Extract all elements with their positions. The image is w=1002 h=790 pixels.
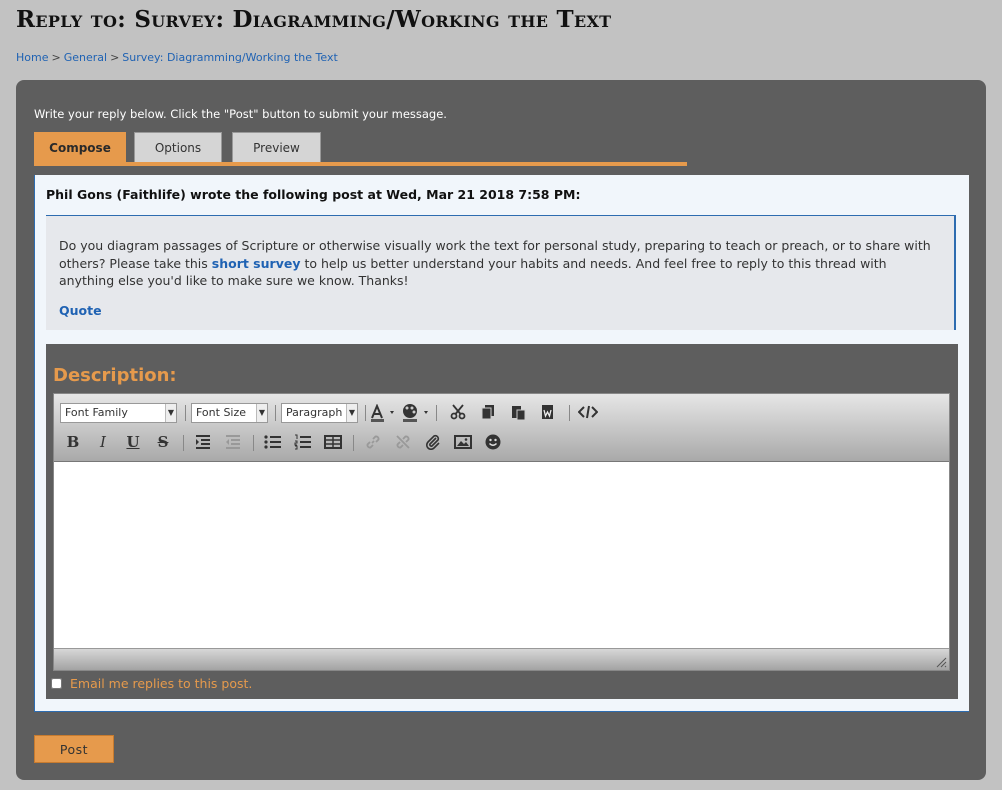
quote-link[interactable]: Quote: [59, 303, 102, 318]
background-color-icon: [403, 404, 428, 422]
attachment-icon: [425, 434, 440, 451]
underline-button[interactable]: U: [122, 431, 144, 453]
font-family-value: Font Family: [65, 406, 128, 419]
underline-icon: U: [126, 433, 140, 451]
toolbar-divider: [365, 405, 366, 421]
numbered-list-button[interactable]: [292, 431, 314, 453]
table-button[interactable]: [322, 431, 344, 453]
toolbar-divider: [183, 435, 184, 451]
tab-underline: [34, 162, 687, 166]
description-section: Description: Font Family ▼ Font Size ▼ Par…: [46, 344, 958, 699]
emoticon-button[interactable]: [482, 431, 504, 453]
outdent-button[interactable]: [222, 431, 244, 453]
quote-header: Phil Gons (Faithlife) wrote the followin…: [46, 187, 581, 202]
paragraph-format-value: Paragraph: [286, 406, 343, 419]
email-replies-label: Email me replies to this post.: [70, 676, 253, 691]
description-label: Description:: [53, 365, 177, 386]
tab-compose[interactable]: Compose: [34, 132, 126, 163]
quoted-post-text: Do you diagram passages of Scripture or …: [59, 237, 944, 290]
emoticon-icon: [485, 434, 501, 450]
short-survey-link[interactable]: short survey: [212, 256, 301, 271]
indent-icon: [196, 435, 210, 449]
breadcrumb-thread[interactable]: Survey: Diagramming/Working the Text: [122, 51, 337, 64]
table-icon: [324, 435, 342, 449]
cut-button[interactable]: [447, 401, 469, 423]
italic-icon: I: [100, 433, 106, 451]
paragraph-format-select[interactable]: Paragraph ▼: [281, 403, 358, 423]
outdent-icon: [226, 435, 240, 449]
font-size-select[interactable]: Font Size ▼: [191, 403, 268, 423]
chevron-down-icon: ▼: [165, 404, 176, 422]
attachment-button[interactable]: [422, 431, 444, 453]
numbered-list-icon: [294, 434, 311, 450]
source-code-button[interactable]: [577, 401, 599, 423]
text-color-icon: [371, 403, 394, 422]
copy-button[interactable]: [477, 401, 499, 423]
cut-icon: [450, 404, 466, 420]
bold-icon: B: [66, 433, 80, 451]
paste-from-word-button[interactable]: [537, 401, 559, 423]
toolbar-divider: [275, 405, 276, 421]
image-icon: [454, 435, 472, 449]
toolbar-divider: [253, 435, 254, 451]
editor-statusbar: [54, 648, 949, 670]
paste-icon: [512, 406, 526, 421]
background-color-button[interactable]: [400, 401, 432, 423]
chevron-down-icon: ▼: [256, 404, 267, 422]
compose-content: Phil Gons (Faithlife) wrote the followin…: [34, 175, 969, 712]
text-color-button[interactable]: [368, 401, 398, 423]
quoted-post: Do you diagram passages of Scripture or …: [46, 215, 956, 330]
tab-preview[interactable]: Preview: [232, 132, 321, 163]
chevron-down-icon: ▼: [346, 404, 357, 422]
toolbar-divider: [185, 405, 186, 421]
resize-handle-icon[interactable]: [936, 657, 947, 668]
link-icon: [366, 435, 380, 449]
email-replies-checkbox[interactable]: [51, 678, 62, 689]
bullet-list-icon: [264, 435, 281, 449]
italic-button[interactable]: I: [92, 431, 114, 453]
form-instructions: Write your reply below. Click the "Post"…: [34, 107, 447, 121]
tab-options[interactable]: Options: [134, 132, 222, 163]
toolbar-divider: [353, 435, 354, 451]
breadcrumb-general[interactable]: General: [64, 51, 107, 64]
bold-button[interactable]: B: [62, 431, 84, 453]
link-button[interactable]: [362, 431, 384, 453]
breadcrumb-separator: >: [110, 51, 120, 64]
image-button[interactable]: [452, 431, 474, 453]
toolbar-divider: [436, 405, 437, 421]
source-code-icon: [577, 405, 599, 419]
page-title: Reply to: Survey: Diagramming/Working th…: [16, 6, 612, 33]
breadcrumb-home[interactable]: Home: [16, 51, 48, 64]
breadcrumb: Home > General > Survey: Diagramming/Working…: [16, 51, 338, 64]
indent-button[interactable]: [192, 431, 214, 453]
paste-from-word-icon: [542, 405, 553, 419]
copy-icon: [481, 405, 494, 420]
post-button[interactable]: Post: [34, 735, 114, 763]
toolbar-divider: [569, 405, 570, 421]
font-family-select[interactable]: Font Family ▼: [60, 403, 177, 423]
email-replies-option[interactable]: Email me replies to this post.: [51, 676, 252, 691]
unlink-button[interactable]: [392, 431, 414, 453]
font-size-value: Font Size: [196, 406, 247, 419]
rich-text-editor: Font Family ▼ Font Size ▼ Paragraph ▼ B …: [53, 393, 950, 671]
strikethrough-button[interactable]: S: [152, 431, 174, 453]
bullet-list-button[interactable]: [262, 431, 284, 453]
paste-button[interactable]: [507, 401, 529, 423]
reply-form-panel: Write your reply below. Click the "Post"…: [16, 80, 986, 780]
editor-toolbar: Font Family ▼ Font Size ▼ Paragraph ▼ B …: [54, 394, 949, 462]
unlink-icon: [396, 435, 410, 449]
strikethrough-icon: S: [157, 433, 169, 451]
breadcrumb-separator: >: [51, 51, 61, 64]
editor-body[interactable]: [54, 462, 949, 650]
